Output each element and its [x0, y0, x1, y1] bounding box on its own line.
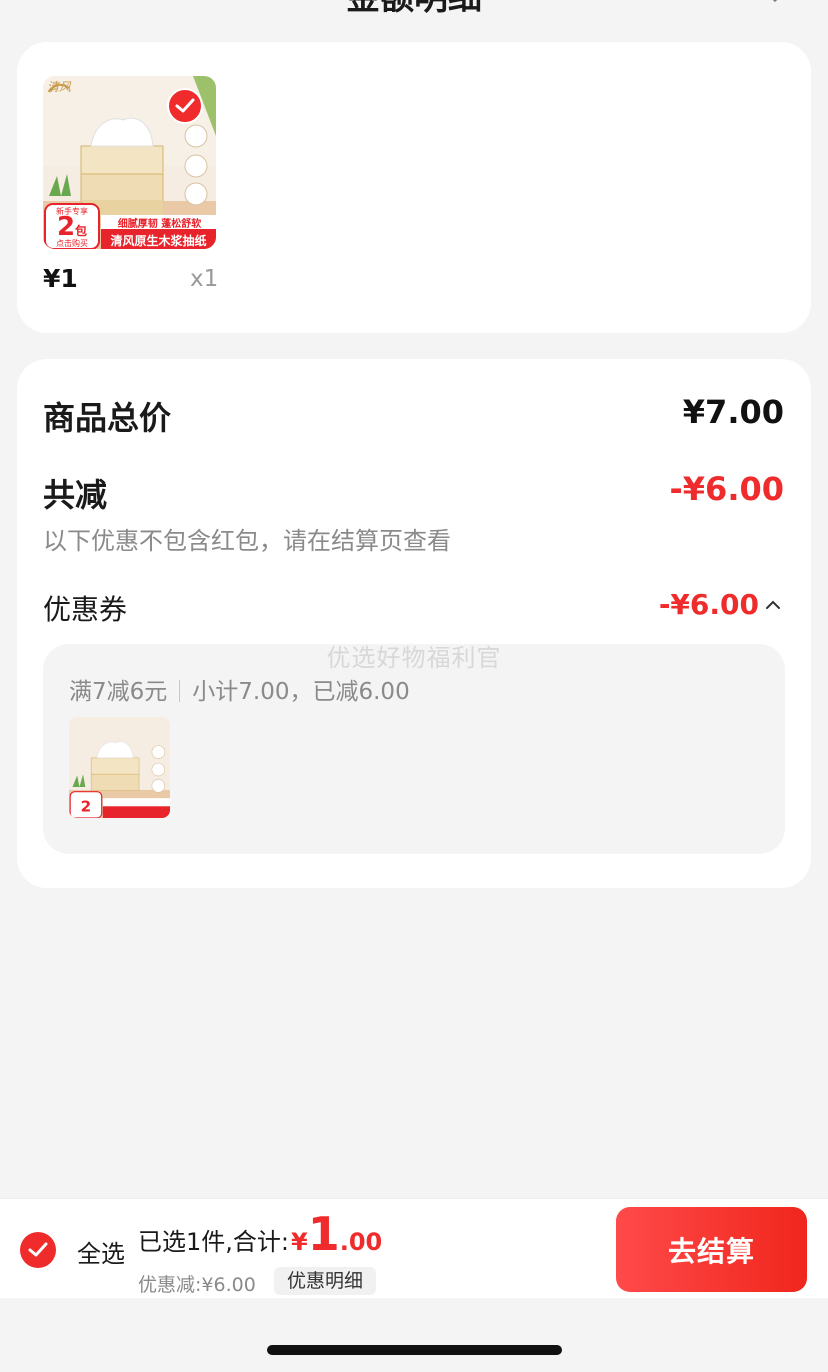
- coupon-value: -¥6.00: [658, 588, 759, 621]
- checkout-button[interactable]: 去结算: [616, 1207, 807, 1292]
- coupon-subtotal: 小计7.00，已减6.00: [192, 679, 410, 705]
- coupon-rule: 满7减6元: [69, 679, 168, 705]
- select-all-label[interactable]: 全选: [77, 1234, 125, 1269]
- watermark: 优选好物福利官: [326, 644, 502, 672]
- brand-logo: 清风: [47, 80, 72, 94]
- coupon-product-image-graphic: 2: [69, 717, 170, 818]
- promo-bottom-text: 点击购买: [56, 239, 88, 248]
- product-card: 清风 新手专享 2包 点击购买 细腻厚韧 蓬松舒软 清风原生木浆抽纸 ¥1 x1: [17, 42, 811, 333]
- coupon-toggle[interactable]: -¥6.00: [659, 588, 781, 621]
- reduce-value: -¥6.00: [669, 470, 785, 508]
- sum-amount-int: 1: [307, 1207, 340, 1261]
- coupon-label[interactable]: 优惠券: [43, 588, 127, 628]
- coupon-detail-text: 满7减6元 小计7.00，已减6.00: [69, 672, 410, 706]
- page-title: 金额明细: [0, 0, 828, 18]
- coupon-product-image[interactable]: 2: [69, 717, 170, 818]
- banner-small: 细腻厚韧 蓬松舒软: [117, 219, 202, 230]
- total-label: 商品总价: [43, 399, 172, 437]
- banner-big: 清风原生木浆抽纸: [110, 234, 207, 248]
- product-select-checkbox[interactable]: [167, 88, 203, 124]
- discount-detail-button[interactable]: 优惠明细: [274, 1267, 377, 1295]
- select-all-checkbox[interactable]: [20, 1232, 56, 1268]
- sum-currency: ¥: [290, 1228, 308, 1256]
- reduce-label: 共减: [43, 476, 108, 514]
- reduce-note: 以下优惠不包含红包，请在结算页查看: [43, 527, 451, 555]
- svg-text:2: 2: [81, 798, 92, 816]
- total-value: ¥7.00: [682, 393, 784, 431]
- sum-amount-dec: .00: [339, 1228, 383, 1256]
- divider: [179, 680, 181, 702]
- product-price: ¥1: [43, 264, 78, 293]
- close-button[interactable]: [756, 0, 794, 12]
- check-icon: [28, 1242, 48, 1257]
- discount-text: 优惠减:¥6.00: [138, 1274, 256, 1296]
- summary-card: 商品总价 ¥7.00 共减 -¥6.00 以下优惠不包含红包，请在结算页查看 优…: [17, 359, 811, 888]
- check-icon: [175, 98, 195, 113]
- chevron-up-icon: [766, 600, 780, 609]
- selected-summary: 已选1件,合计:: [138, 1228, 289, 1256]
- sum-line: 已选1件,合计: ¥ 1 .00: [138, 1211, 382, 1257]
- close-icon: [772, 0, 778, 3]
- product-quantity: x1: [190, 266, 219, 292]
- bottom-bar: 全选 已选1件,合计: ¥ 1 .00 优惠减:¥6.00 优惠明细 去结算: [0, 1198, 828, 1298]
- home-indicator: [267, 1345, 562, 1355]
- page: 金额明细: [0, 0, 828, 1372]
